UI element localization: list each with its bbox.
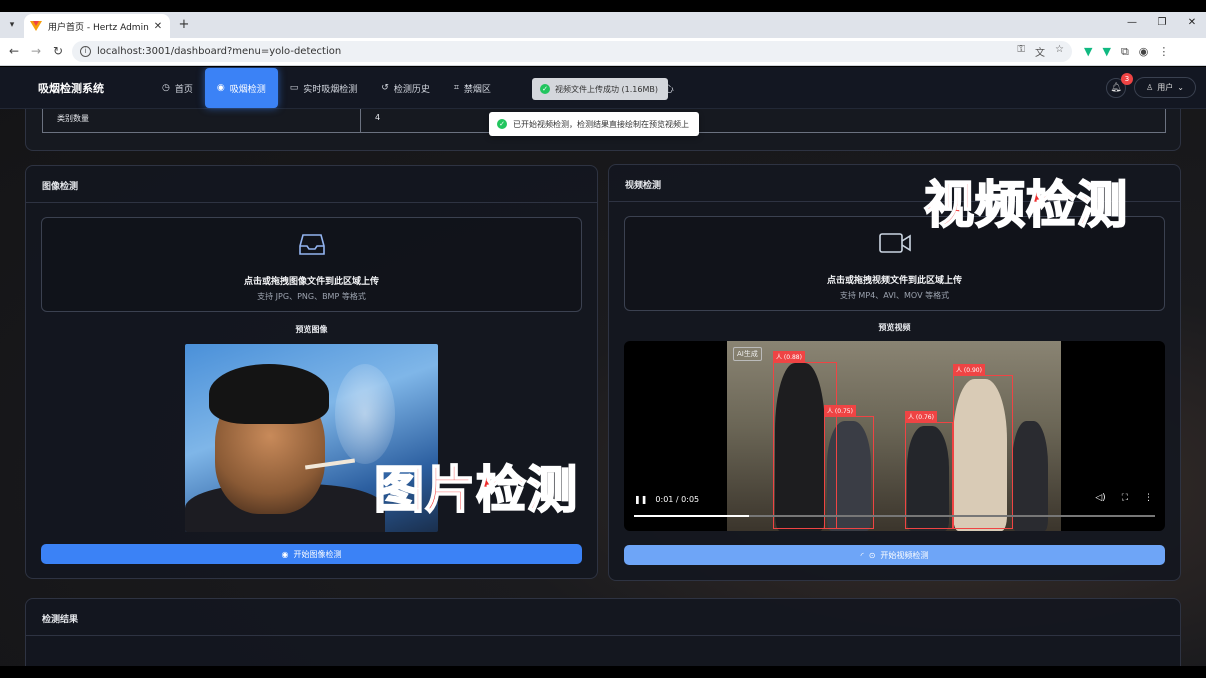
fullscreen-icon[interactable]: ⛶ <box>1122 493 1128 503</box>
preview-label: 预览视频 <box>878 323 911 332</box>
video-progress-bar[interactable] <box>634 515 1155 517</box>
extensions-puzzle-icon[interactable]: ⧉ <box>1121 45 1129 59</box>
video-camera-icon <box>878 233 911 253</box>
divider <box>26 202 597 203</box>
user-label: 用户 <box>1157 83 1174 92</box>
video-right-controls: ◁) ⛶ ⋮ <box>1095 493 1153 503</box>
tab-close-icon[interactable]: ✕ <box>152 21 164 32</box>
button-label: 开始视频检测 <box>880 550 929 560</box>
url-text: localhost:3001/dashboard?menu=yolo-detec… <box>97 46 342 57</box>
site-info-icon[interactable]: i <box>80 46 91 57</box>
detection-label: 人 (0.75) <box>824 405 856 416</box>
pause-icon[interactable]: ❚❚ <box>634 495 647 504</box>
browser-toolbar: ← → ↻ i localhost:3001/dashboard?menu=yo… <box>0 38 1206 66</box>
preview-label: 预览图像 <box>295 325 328 334</box>
success-check-icon: ✓ <box>497 119 507 129</box>
forward-icon[interactable]: → <box>28 44 44 58</box>
nav-item-smoking-detection[interactable]: ◉ 吸烟检测 <box>204 68 278 108</box>
chevron-down-icon: ⌄ <box>1177 83 1184 92</box>
start-image-detection-button[interactable]: ◉ 开始图像检测 <box>41 544 582 564</box>
image-upload-dropzone[interactable]: 点击或拖拽图像文件到此区域上传 支持 JPG、PNG、BMP 等格式 <box>41 217 582 312</box>
address-bar[interactable]: i localhost:3001/dashboard?menu=yolo-det… <box>72 41 1072 62</box>
detection-started-toast: ✓ 已开始视频检测，检测结果直接绘制在预览视频上 <box>489 112 699 136</box>
loading-spinner-icon: ◜ <box>860 550 864 560</box>
close-window-icon[interactable]: ✕ <box>1186 17 1198 28</box>
notification-badge: 3 <box>1121 73 1133 85</box>
video-detection-caption: 视频检测 <box>923 175 1128 235</box>
image-detection-caption: 图片检测 <box>373 460 578 520</box>
divider <box>26 635 1180 636</box>
minimize-icon[interactable]: — <box>1126 17 1138 28</box>
dropzone-hint: 支持 JPG、PNG、BMP 等格式 <box>257 292 366 301</box>
volume-icon[interactable]: ◁) <box>1095 493 1105 503</box>
stat-value: 4 <box>375 113 381 122</box>
toast-message: 已开始视频检测，检测结果直接绘制在预览视频上 <box>513 119 689 129</box>
hair-shape <box>209 364 329 424</box>
window-controls: — ❐ ✕ <box>1126 17 1198 28</box>
nav-item-realtime-detection[interactable]: ▭ 实时吸烟检测 <box>278 67 370 109</box>
user-icon: ♙ <box>1146 83 1154 92</box>
detection-label: 人 (0.88) <box>773 351 805 362</box>
time-group: ❚❚ 0:01 / 0:05 <box>634 495 699 504</box>
dashboard-icon: ◷ <box>162 83 170 93</box>
inbox-icon <box>298 234 325 255</box>
panel-title: 图像检测 <box>42 182 79 192</box>
brand-title: 吸烟检测系统 <box>38 82 104 95</box>
browser-tabbar: ▾ 用户首页 - Hertz Admin ✕ + — ❐ ✕ <box>0 12 1206 38</box>
restore-icon[interactable]: ❐ <box>1156 17 1168 28</box>
eye-icon: ◉ <box>216 83 225 93</box>
vue-logo-icon <box>30 21 42 31</box>
notification-bell-button[interactable]: 🔔︎ 3 <box>1106 73 1133 98</box>
smoke-shape <box>335 364 395 464</box>
start-video-detection-button[interactable]: ◜ ⊙ 开始视频检测 <box>624 545 1165 565</box>
translate-icon[interactable]: 文 <box>1035 44 1045 59</box>
tab-search-icon[interactable]: ▾ <box>4 17 20 33</box>
button-label: 开始图像检测 <box>293 549 342 559</box>
vue-devtools-alt-icon[interactable]: ▼ <box>1102 45 1110 59</box>
browser-tab[interactable]: 用户首页 - Hertz Admin ✕ <box>24 14 170 38</box>
detection-label: 人 (0.76) <box>905 411 937 422</box>
dropzone-hint: 支持 MP4、AVI、MOV 等格式 <box>839 291 950 300</box>
nav-item-no-smoking-zone[interactable]: ⌗ 禁烟区 <box>442 67 503 109</box>
app-root: 类别数量 4 吸烟检测系统 ◷ 首页 ◉ 吸烟检测 ▭ 实时吸烟检测 ↺ 检测历史 ⌗ 禁… <box>0 67 1206 666</box>
dropzone-text: 点击或拖拽图像文件到此区域上传 <box>243 277 379 287</box>
video-progress-fill <box>634 515 749 517</box>
more-options-icon[interactable]: ⋮ <box>1144 493 1153 503</box>
vue-devtools-icon[interactable]: ▼ <box>1084 45 1092 59</box>
video-player[interactable]: AI生成 人 (0.88) 人 (0.75) 人 (0.76) 人 (0.90)… <box>624 341 1165 531</box>
video-icon: ▭ <box>289 83 299 93</box>
panel-title: 视频检测 <box>625 181 662 191</box>
letterbox-bottom <box>0 666 1206 678</box>
video-controls: ❚❚ 0:01 / 0:05 ◁) ⛶ ⋮ <box>624 489 1165 531</box>
stat-key: 类别数量 <box>43 105 361 132</box>
play-circle-icon: ⊙ <box>868 550 876 560</box>
dropzone-text: 点击或拖拽视频文件到此区域上传 <box>826 276 962 286</box>
profile-icon[interactable]: ◉ <box>1139 45 1149 59</box>
upload-success-toast: ✓ 视频文件上传成功 (1.16MB) <box>532 78 668 100</box>
tab-title: 用户首页 - Hertz Admin <box>48 22 149 33</box>
nav-item-home[interactable]: ◷ 首页 <box>150 67 205 109</box>
toast-message: 视频文件上传成功 (1.16MB) <box>555 84 658 94</box>
history-icon: ↺ <box>381 83 389 93</box>
new-tab-icon[interactable]: + <box>176 17 192 33</box>
bookmark-star-icon[interactable]: ☆ <box>1055 44 1064 59</box>
success-check-icon: ✓ <box>540 84 550 94</box>
letterbox-top <box>0 0 1206 12</box>
nav-item-history[interactable]: ↺ 检测历史 <box>369 67 442 109</box>
reload-icon[interactable]: ↻ <box>50 44 66 58</box>
back-icon[interactable]: ← <box>6 44 22 58</box>
key-icon[interactable]: ⚿ <box>1017 44 1025 59</box>
detection-results-panel: 检测结果 <box>25 598 1181 666</box>
detection-label: 人 (0.90) <box>953 364 985 375</box>
video-time: 0:01 / 0:05 <box>655 495 700 504</box>
zone-icon: ⌗ <box>453 83 459 93</box>
eye-icon: ◉ <box>281 549 289 559</box>
menu-kebab-icon[interactable]: ⋮ <box>1158 45 1169 59</box>
panel-title: 检测结果 <box>42 615 79 625</box>
ai-generated-tag: AI生成 <box>733 347 762 361</box>
user-menu-button[interactable]: ♙ 用户 ⌄ <box>1134 77 1196 98</box>
bell-icon: 🔔︎ <box>1110 83 1122 93</box>
extensions-bar: ▼ ▼ ⧉ ◉ ⋮ <box>1084 45 1169 59</box>
